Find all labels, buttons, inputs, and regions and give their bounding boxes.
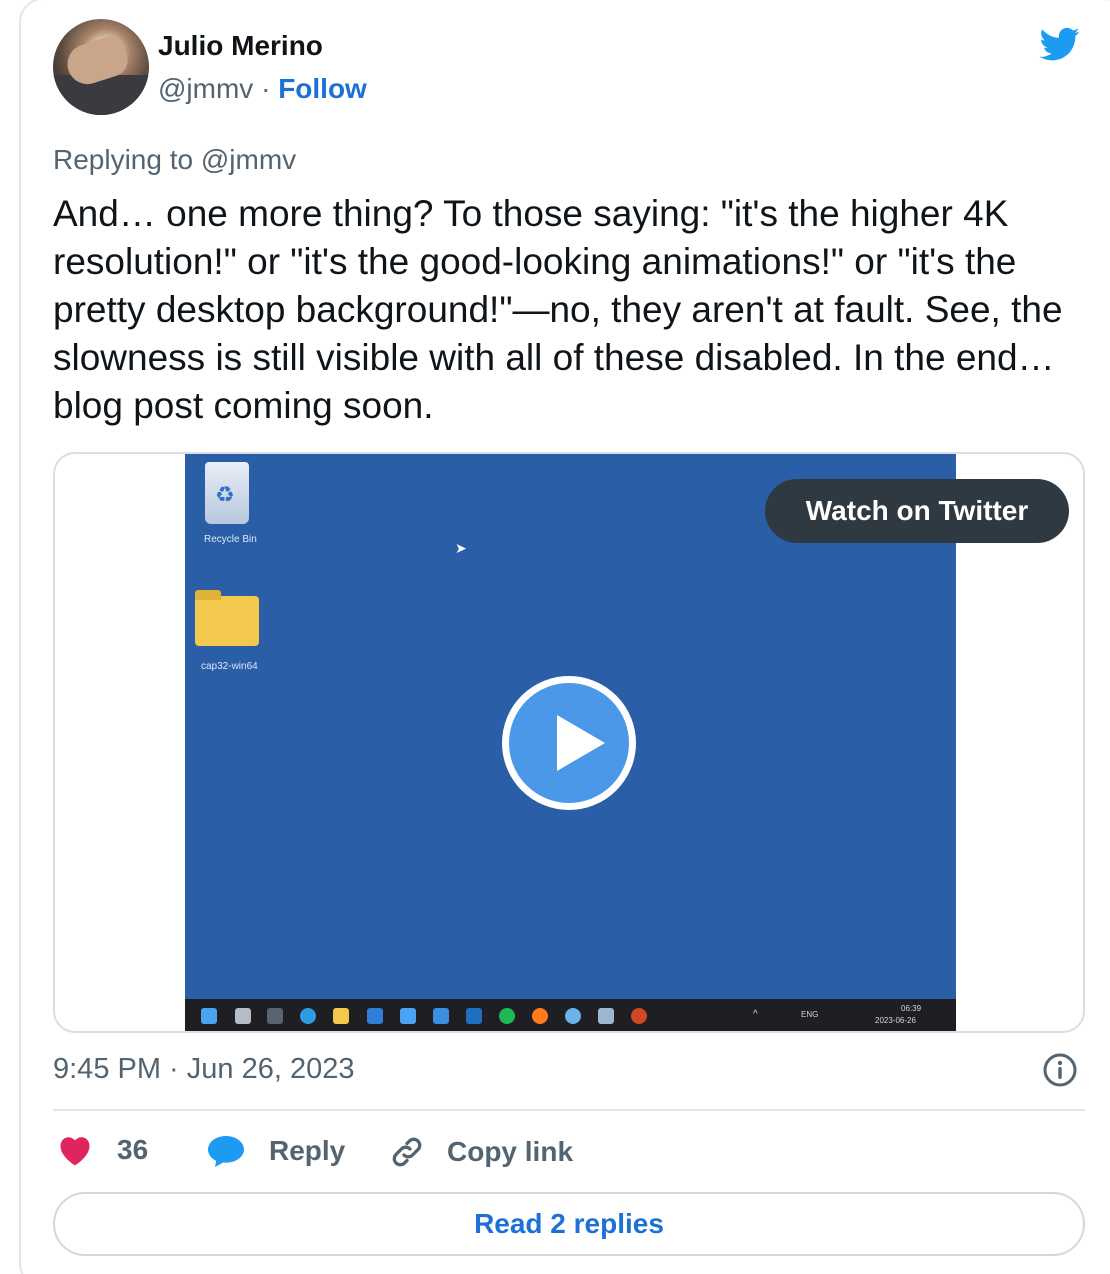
replying-to: Replying to @jmmv [53, 144, 297, 175]
edge-icon [300, 1008, 316, 1024]
link-icon [392, 1137, 422, 1167]
globe-icon [565, 1008, 581, 1024]
author-handle[interactable]: @jmmv [158, 73, 253, 104]
copy-link-button[interactable]: Copy link [389, 1134, 573, 1170]
spotify-icon [499, 1008, 515, 1024]
folder-icon [195, 590, 259, 646]
task-view-icon [235, 1008, 251, 1024]
desktop-icon-label: cap32-win64 [201, 661, 258, 672]
divider [53, 1109, 1085, 1111]
read-replies-button[interactable]: Read 2 replies [53, 1192, 1085, 1256]
mail-icon [400, 1008, 416, 1024]
firefox-icon [532, 1008, 548, 1024]
tweet-text: And… one more thing? To those saying: "i… [53, 193, 1063, 426]
avatar[interactable] [53, 19, 149, 115]
reply-bubble-icon [208, 1136, 244, 1167]
taskbar: ^ ENG 06:39 2023-06-26 [185, 999, 956, 1031]
handle-separator: · [261, 73, 271, 104]
like-button[interactable]: 36 [57, 1134, 148, 1166]
author-handle-row: @jmmv · Follow [158, 73, 367, 105]
play-icon[interactable] [502, 676, 636, 810]
recycle-bin-icon: ♻ [205, 462, 249, 524]
vscode-icon [367, 1008, 383, 1024]
reply-button[interactable]: Reply [207, 1134, 345, 1168]
heart-icon [60, 1137, 90, 1166]
likes-count: 36 [117, 1134, 149, 1165]
tray-time: 06:39 [901, 1004, 922, 1013]
start-icon [201, 1008, 217, 1024]
watch-on-twitter-button[interactable]: Watch on Twitter [765, 479, 1069, 543]
desktop-icon-label: Recycle Bin [204, 534, 257, 545]
tweet-timestamp[interactable]: 9:45 PM · Jun 26, 2023 [53, 1053, 354, 1086]
tray-chevron-icon: ^ [753, 1009, 758, 1020]
twitter-bird-icon[interactable] [1036, 24, 1084, 64]
terminal-icon [267, 1008, 283, 1024]
powerpoint-icon [631, 1008, 647, 1024]
follow-link[interactable]: Follow [278, 73, 367, 104]
info-icon[interactable] [1043, 1053, 1077, 1087]
calendar-icon [433, 1008, 449, 1024]
reply-label: Reply [269, 1135, 346, 1166]
outlook-icon [466, 1008, 482, 1024]
tray-date: 2023-06-26 [875, 1016, 916, 1025]
tray-language: ENG [801, 1010, 819, 1019]
explorer-icon [333, 1008, 349, 1024]
video-media[interactable]: ♻ Recycle Bin cap32-win64 ➤ ^ ENG 06:39 … [53, 452, 1085, 1033]
cursor-icon: ➤ [455, 540, 467, 556]
notepad-icon [598, 1008, 614, 1024]
copy-link-label: Copy link [447, 1136, 574, 1167]
author-name[interactable]: Julio Merino [158, 30, 323, 62]
